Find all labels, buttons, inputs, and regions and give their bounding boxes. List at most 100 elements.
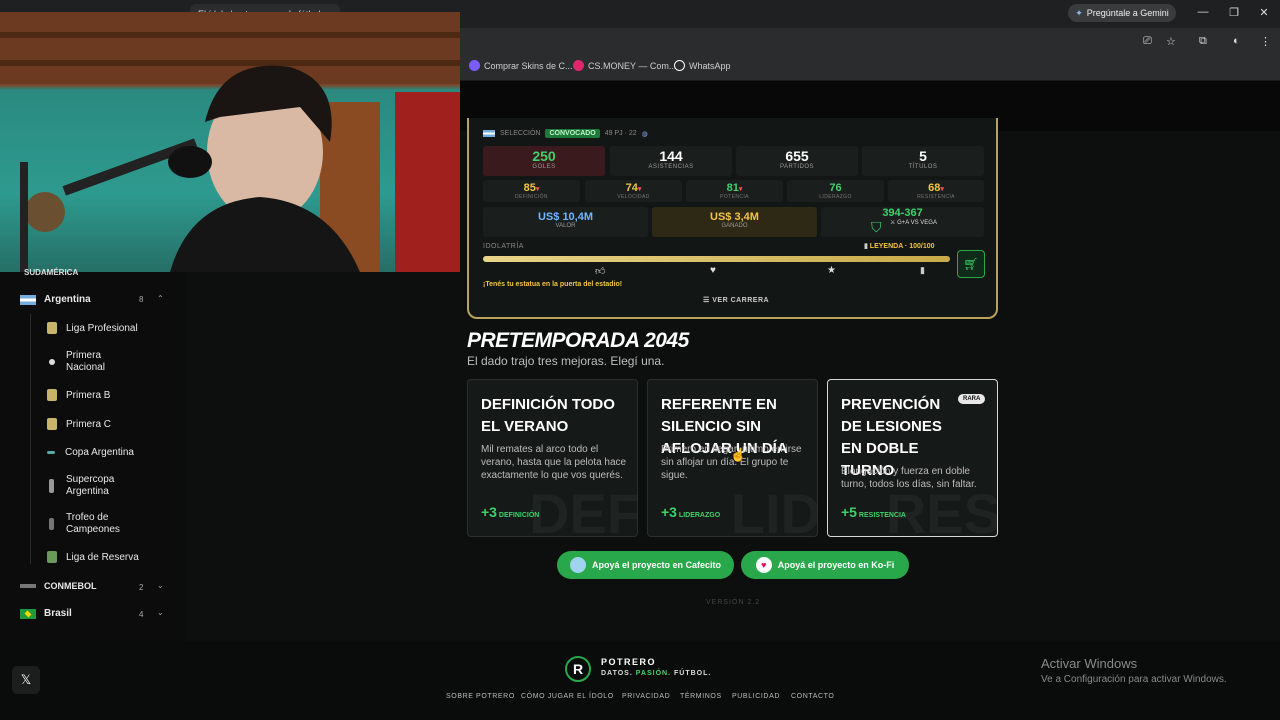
bonus-label: DEFINICIÓN: [498, 512, 540, 519]
option-title: Definición todo el verano: [481, 396, 615, 435]
sidebar-item-liga-profesional[interactable]: Liga Profesional: [47, 322, 227, 334]
valor-box: US$ 10,4M VALOR: [483, 207, 648, 237]
ver-carrera-link[interactable]: ☰ VER CARRERA: [703, 296, 769, 304]
sidebar-item-supercopa[interactable]: Supercopa Argentina: [47, 474, 147, 498]
x-social-button[interactable]: 𝕏: [12, 666, 40, 694]
attr-value: 81: [726, 182, 739, 194]
mouse-cursor-icon: ☝: [730, 447, 747, 462]
stat-label: PARTIDOS: [779, 164, 815, 170]
sidebar-item-primera-c[interactable]: Primera C: [47, 418, 227, 430]
menu-icon[interactable]: ⋮: [1260, 35, 1271, 48]
sidebar-item-copa-argentina[interactable]: Copa Argentina: [47, 447, 227, 458]
item-label: Liga Profesional: [66, 322, 138, 334]
bookmark-skins[interactable]: Comprar Skins de C...: [469, 60, 573, 71]
webcam-image: [0, 12, 460, 272]
item-label: Trofeo de Campeones: [66, 512, 120, 535]
item-label: Primera B: [66, 389, 111, 401]
brasil-flag-icon: [20, 608, 36, 619]
item-label: Primera Nacional: [66, 350, 105, 373]
sidebar-item-brasil[interactable]: Brasil: [20, 608, 200, 619]
footer-brand: POTRERO: [601, 657, 657, 667]
option-desc: Mil remates al arco todo el verano, hast…: [481, 444, 627, 481]
csmoney-icon: [573, 60, 584, 71]
kofi-button[interactable]: ♥ Apoyá el proyecto en Ko-Fi: [741, 551, 909, 579]
cast-icon[interactable]: ⎚: [1143, 35, 1152, 48]
sparkle-icon: ✦: [1075, 7, 1083, 18]
option-card-definicion[interactable]: DEF Definición todo el verano Mil remate…: [467, 379, 638, 537]
conmebol-label: CONMEBOL: [44, 581, 97, 591]
argentina-label: Argentina: [44, 294, 91, 305]
footer-link-como-jugar[interactable]: CÓMO JUGAR EL ÍDOLO: [521, 693, 614, 700]
cart-button[interactable]: 🛒︎: [957, 250, 985, 278]
option-bonus: +5 RESISTENCIA: [841, 504, 906, 520]
sidebar-item-conmebol[interactable]: CONMEBOL: [20, 581, 200, 591]
statue-icon: ▮: [920, 265, 925, 275]
down-arrow-icon: ▾: [637, 186, 642, 193]
footer-link-sobre[interactable]: SOBRE POTRERO: [446, 693, 515, 700]
league-icon: [47, 451, 55, 454]
extensions-icon[interactable]: ⧉: [1199, 35, 1207, 48]
cafecito-label: Apoyá el proyecto en Cafecito: [591, 560, 722, 570]
chevron-down-icon[interactable]: ⌄: [157, 581, 164, 590]
profile-icon[interactable]: ◐: [1233, 35, 1240, 47]
sidebar-item-primera-b[interactable]: Primera B: [47, 389, 227, 401]
kofi-label: Apoyá el proyecto en Ko-Fi: [777, 560, 895, 570]
windows-activation-subtitle: Ve a Configuración para activar Windows.: [1041, 674, 1227, 685]
sidebar-item-liga-reserva[interactable]: Liga de Reserva: [47, 551, 227, 563]
option-bonus: +3 DEFINICIÓN: [481, 504, 539, 520]
idol-card: SELECCIÓN CONVOCADO 49 PJ · 22 ◍ 250 GOLE…: [467, 118, 998, 319]
bonus-label: RESISTENCIA: [858, 512, 906, 519]
attr-label: POTENCIA: [720, 194, 749, 200]
statue-message: ¡Tenés tu estatua en la puerta del estad…: [483, 281, 623, 288]
skins-icon: [469, 60, 480, 71]
seleccion-row: SELECCIÓN CONVOCADO 49 PJ · 22 ◍: [483, 129, 648, 138]
cafecito-icon: [569, 557, 586, 573]
stat-label: ASISTENCIAS: [648, 164, 694, 170]
cafecito-button[interactable]: Apoyá el proyecto en Cafecito: [557, 551, 734, 579]
leyenda-label: ▮ LEYENDA · 100/100: [864, 242, 935, 250]
bookmark-whatsapp[interactable]: WhatsApp: [674, 60, 731, 71]
version-label: VERSIÓN 2.2: [706, 599, 761, 606]
rivalry-value: 394-367: [882, 207, 923, 219]
idolatria-bar: [483, 256, 950, 262]
cart-icon: 🛒︎: [963, 257, 979, 271]
chevron-down-icon[interactable]: ⌄: [157, 608, 164, 617]
ver-carrera-label: VER CARRERA: [712, 297, 770, 304]
item-label: Liga de Reserva: [66, 551, 139, 563]
rivalry-box: ⛉ 394-367 ⚔ G+A VS VEGA: [821, 207, 984, 237]
gemini-button[interactable]: ✦ Pregúntale a Gemini: [1068, 4, 1176, 22]
bookmark-label: Comprar Skins de C...: [484, 60, 573, 71]
stat-asistencias: 144 ASISTENCIAS: [610, 146, 732, 176]
chevron-up-icon[interactable]: ⌃: [157, 294, 164, 303]
footer-link-publicidad[interactable]: PUBLICIDAD: [732, 693, 780, 700]
watermark-text: LID: [730, 482, 818, 537]
option-card-resistencia[interactable]: RES Prevención de lesiones en doble turn…: [827, 379, 998, 537]
footer-link-terminos[interactable]: TÉRMINOS: [680, 693, 722, 700]
bookmark-csmoney[interactable]: CS.MONEY — Com...: [573, 60, 676, 71]
sidebar-item-trofeo[interactable]: Trofeo de Campeones: [47, 512, 157, 536]
argentina-flag-icon: [483, 130, 495, 137]
minimize-button[interactable]: —: [1196, 6, 1210, 18]
bonus-value: +5: [841, 504, 857, 520]
trophy-icon: [49, 518, 54, 530]
x-logo-icon: 𝕏: [20, 672, 32, 687]
close-button[interactable]: ✕: [1257, 6, 1271, 19]
bookmark-label: WhatsApp: [689, 60, 731, 71]
valor-value: US$ 10,4M: [537, 211, 594, 223]
sidebar-item-argentina[interactable]: Argentina: [20, 294, 200, 305]
stat-value: 5: [919, 148, 927, 164]
brasil-count: 4: [139, 610, 144, 619]
down-arrow-icon: ▾: [535, 186, 540, 193]
globe-icon: ◍: [641, 130, 648, 138]
sidebar-item-primera-nacional[interactable]: Primera Nacional: [47, 350, 147, 374]
footer-link-contacto[interactable]: CONTACTO: [791, 693, 834, 700]
idolatria-label: IDOLATRÍA: [483, 243, 524, 250]
leyenda-text: LEYENDA · 100/100: [869, 243, 935, 250]
stat-goles: 250 GOLES: [483, 146, 605, 176]
restore-button[interactable]: ❐: [1227, 6, 1241, 19]
star-icon[interactable]: ☆: [1166, 35, 1176, 48]
footer-link-privacidad[interactable]: PRIVACIDAD: [622, 693, 670, 700]
sidebar-region[interactable]: SUDAMÉRICA: [24, 268, 204, 277]
potrero-logo[interactable]: R: [565, 656, 591, 682]
list-icon: ☰: [703, 297, 713, 304]
